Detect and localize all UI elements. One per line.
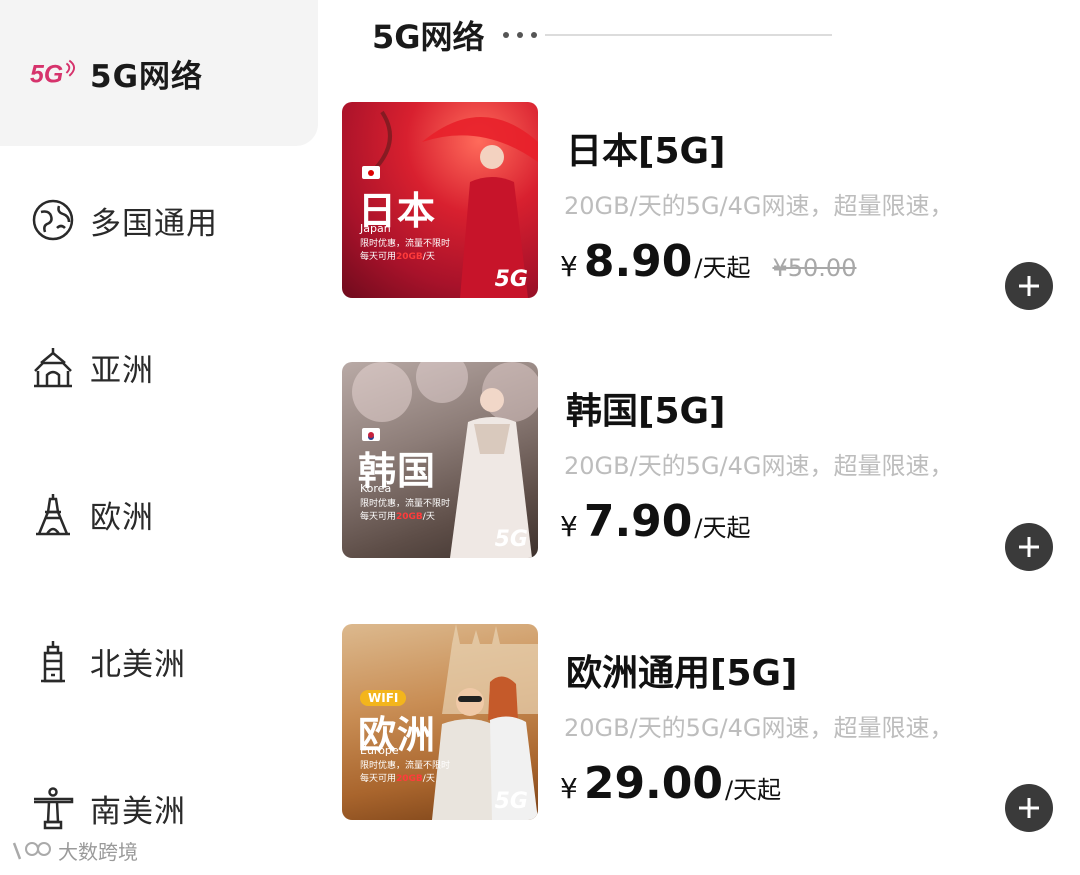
thumb-subtitle: Europe [360, 744, 399, 757]
japan-flag-icon [362, 166, 380, 179]
sidebar-item-label: 5G网络 [90, 58, 204, 95]
plus-icon [1019, 537, 1039, 557]
product-description: 20GB/天的5G/4G网速，超量限速， [564, 714, 954, 742]
thumb-promo: 限时优惠，流量不限时 每天可用20GB/天 [360, 761, 451, 784]
currency-symbol: ¥ [560, 510, 578, 543]
add-to-cart-button[interactable] [1005, 523, 1053, 571]
product-description: 20GB/天的5G/4G网速，超量限速， [564, 452, 954, 480]
sidebar-item-label: 多国通用 [90, 205, 218, 242]
sidebar-item-north-america[interactable]: 北美洲 [0, 616, 318, 706]
sidebar-item-label: 北美洲 [90, 646, 186, 683]
thumb-5g-badge: 5G [494, 267, 528, 292]
thumb-5g-badge: 5G [494, 527, 528, 552]
christ-statue-icon [30, 785, 76, 831]
original-price: ¥50.00 [772, 254, 857, 282]
header-divider [545, 34, 832, 36]
price-amount: 7.90 [583, 496, 693, 547]
add-to-cart-button[interactable] [1005, 784, 1053, 832]
product-name[interactable]: 日本[5G] [566, 122, 726, 174]
thumb-promo: 限时优惠，流量不限时 每天可用20GB/天 [360, 239, 451, 262]
currency-symbol: ¥ [560, 250, 578, 283]
sidebar-item-label: 欧洲 [90, 499, 154, 536]
product-thumbnail[interactable]: WIFI 欧洲 Europe 限时优惠，流量不限时 每天可用20GB/天 5G [342, 624, 538, 820]
product-card-europe[interactable]: WIFI 欧洲 Europe 限时优惠，流量不限时 每天可用20GB/天 5G … [342, 624, 1062, 824]
sidebar-item-asia[interactable]: 亚洲 [0, 322, 318, 412]
watermark-logo-icon [12, 841, 51, 859]
product-price: ¥ 29.00 /天起 [560, 758, 781, 809]
thumb-promo: 限时优惠，流量不限时 每天可用20GB/天 [360, 499, 451, 522]
sidebar-item-5g[interactable]: 5G 5G网络 [0, 0, 318, 146]
product-description: 20GB/天的5G/4G网速，超量限速， [564, 192, 954, 220]
price-amount: 29.00 [583, 758, 724, 809]
sidebar-item-europe[interactable]: 欧洲 [0, 469, 318, 559]
section-title: 5G网络 [372, 18, 485, 56]
currency-symbol: ¥ [560, 772, 578, 805]
thumb-5g-badge: 5G [494, 789, 528, 814]
price-amount: 8.90 [583, 236, 693, 287]
product-card-japan[interactable]: 日本 Japan 限时优惠，流量不限时 每天可用20GB/天 5G 日本[5G]… [342, 102, 1062, 302]
product-card-korea[interactable]: 韩国 Korea 限时优惠，流量不限时 每天可用20GB/天 5G 韩国[5G]… [342, 362, 1062, 562]
product-name[interactable]: 欧洲通用[5G] [566, 644, 798, 696]
thumb-subtitle: Korea [360, 482, 392, 495]
tower-icon [30, 638, 76, 684]
product-thumbnail[interactable]: 韩国 Korea 限时优惠，流量不限时 每天可用20GB/天 5G [342, 362, 538, 558]
plus-icon [1019, 276, 1039, 296]
globe-icon [30, 197, 76, 243]
category-sidebar: 5G 5G网络 多国通用 亚洲 欧洲 北美洲 南美洲 [0, 0, 318, 875]
thumb-subtitle: Japan [360, 222, 391, 235]
header-dots [502, 32, 537, 38]
add-to-cart-button[interactable] [1005, 262, 1053, 310]
sidebar-item-label: 亚洲 [90, 352, 154, 389]
price-unit: /天起 [725, 776, 782, 804]
sidebar-item-label: 南美洲 [90, 793, 186, 830]
product-name[interactable]: 韩国[5G] [566, 382, 726, 434]
svg-text:5G: 5G [30, 61, 63, 89]
watermark-text: 大数跨境 [58, 840, 138, 864]
product-price: ¥ 7.90 /天起 [560, 496, 750, 547]
sidebar-item-multi-country[interactable]: 多国通用 [0, 175, 318, 265]
eiffel-tower-icon [30, 491, 76, 537]
section-header: 5G网络 [372, 12, 537, 58]
5g-icon: 5G [30, 50, 76, 96]
price-unit: /天起 [694, 254, 751, 282]
watermark: 大数跨境 [10, 836, 138, 865]
product-price: ¥ 8.90 /天起 ¥50.00 [560, 236, 856, 287]
product-thumbnail[interactable]: 日本 Japan 限时优惠，流量不限时 每天可用20GB/天 5G [342, 102, 538, 298]
temple-icon [30, 344, 76, 390]
plus-icon [1019, 798, 1039, 818]
price-unit: /天起 [694, 514, 751, 542]
